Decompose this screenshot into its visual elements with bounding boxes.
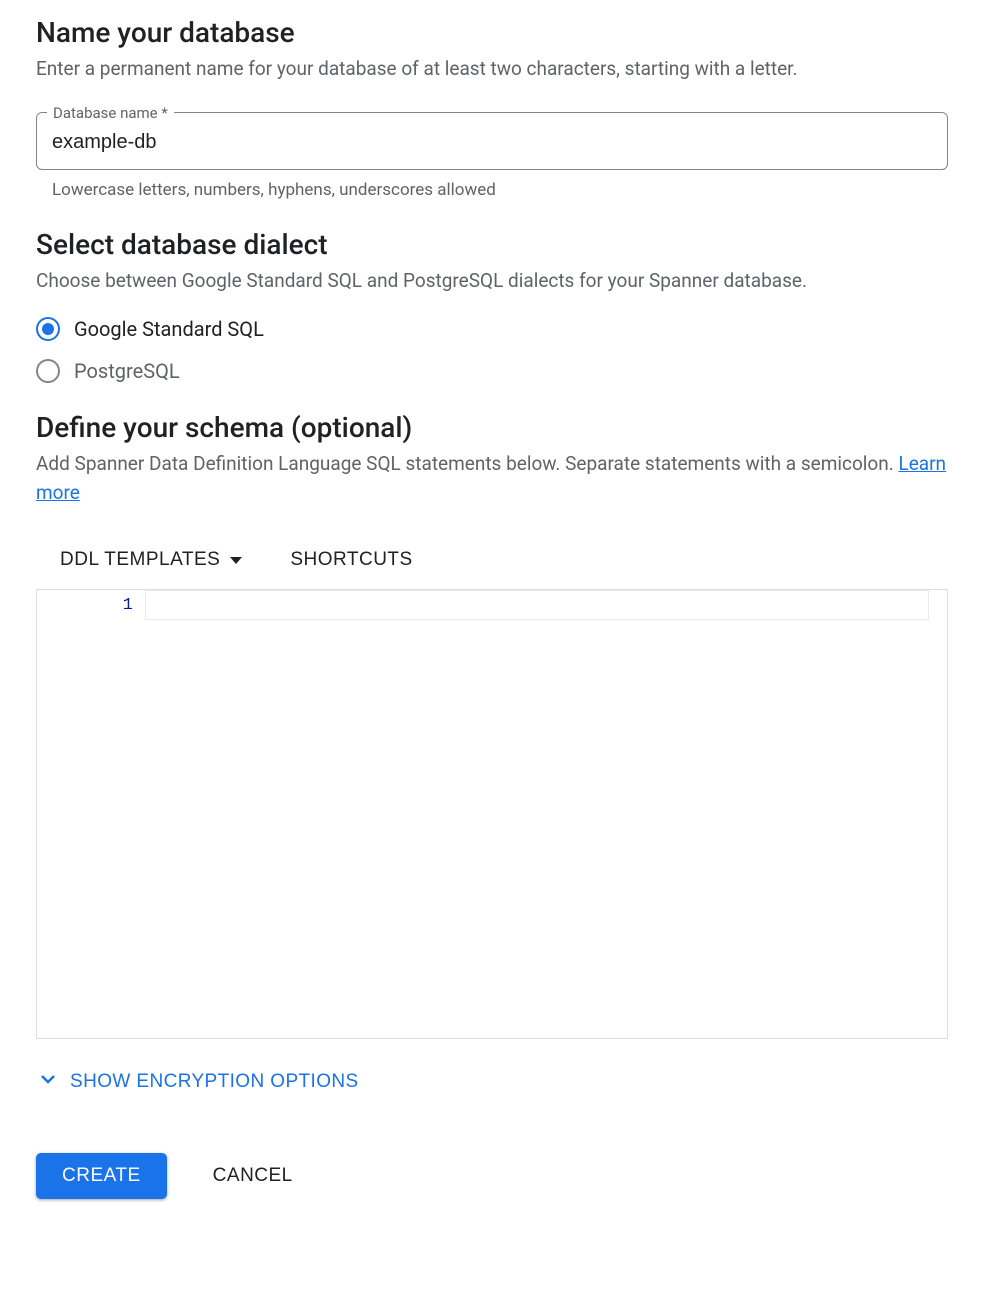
editor-gutter: 1 (37, 590, 145, 1038)
cancel-button[interactable]: CANCEL (209, 1153, 297, 1199)
name-section-title: Name your database (36, 16, 948, 49)
line-number: 1 (37, 596, 133, 615)
chevron-down-icon (36, 1067, 60, 1097)
dialect-section: Select database dialect Choose between G… (36, 228, 948, 384)
ddl-templates-label: DDL TEMPLATES (60, 549, 220, 571)
dialect-option-label: PostgreSQL (74, 359, 180, 383)
editor-body (145, 590, 947, 1038)
editor-section: DDL TEMPLATES SHORTCUTS 1 (36, 535, 948, 1039)
dialect-radio-group: Google Standard SQL PostgreSQL (36, 317, 948, 383)
show-encryption-options-label: SHOW ENCRYPTION OPTIONS (70, 1071, 359, 1093)
ddl-templates-dropdown[interactable]: DDL TEMPLATES (56, 541, 246, 579)
dialect-option-google-standard-sql[interactable]: Google Standard SQL (36, 317, 948, 341)
name-section-description: Enter a permanent name for your database… (36, 55, 948, 84)
schema-section-description: Add Spanner Data Definition Language SQL… (36, 450, 948, 507)
database-name-input[interactable] (36, 112, 948, 170)
schema-section-title: Define your schema (optional) (36, 411, 948, 444)
schema-section: Define your schema (optional) Add Spanne… (36, 411, 948, 1105)
schema-desc-text: Add Spanner Data Definition Language SQL… (36, 452, 898, 475)
database-name-field-wrapper: Database name * (36, 112, 948, 170)
radio-unselected-icon (36, 359, 60, 383)
create-button[interactable]: CREATE (36, 1153, 167, 1199)
dialect-option-postgresql[interactable]: PostgreSQL (36, 359, 948, 383)
shortcuts-button[interactable]: SHORTCUTS (286, 541, 416, 579)
dialect-option-label: Google Standard SQL (74, 317, 264, 341)
database-name-helper: Lowercase letters, numbers, hyphens, und… (36, 180, 948, 200)
database-name-outlined-field: Database name * (36, 112, 948, 170)
ddl-code-editor[interactable]: 1 (36, 589, 948, 1039)
editor-toolbar: DDL TEMPLATES SHORTCUTS (36, 535, 948, 589)
dialect-section-description: Choose between Google Standard SQL and P… (36, 267, 948, 296)
ddl-textarea[interactable] (145, 590, 947, 1038)
form-button-row: CREATE CANCEL (36, 1153, 948, 1199)
show-encryption-options-toggle[interactable]: SHOW ENCRYPTION OPTIONS (36, 1059, 359, 1105)
shortcuts-label: SHORTCUTS (290, 549, 412, 571)
name-database-section: Name your database Enter a permanent nam… (36, 16, 948, 200)
caret-down-icon (230, 557, 242, 564)
radio-selected-icon (36, 317, 60, 341)
dialect-section-title: Select database dialect (36, 228, 948, 261)
